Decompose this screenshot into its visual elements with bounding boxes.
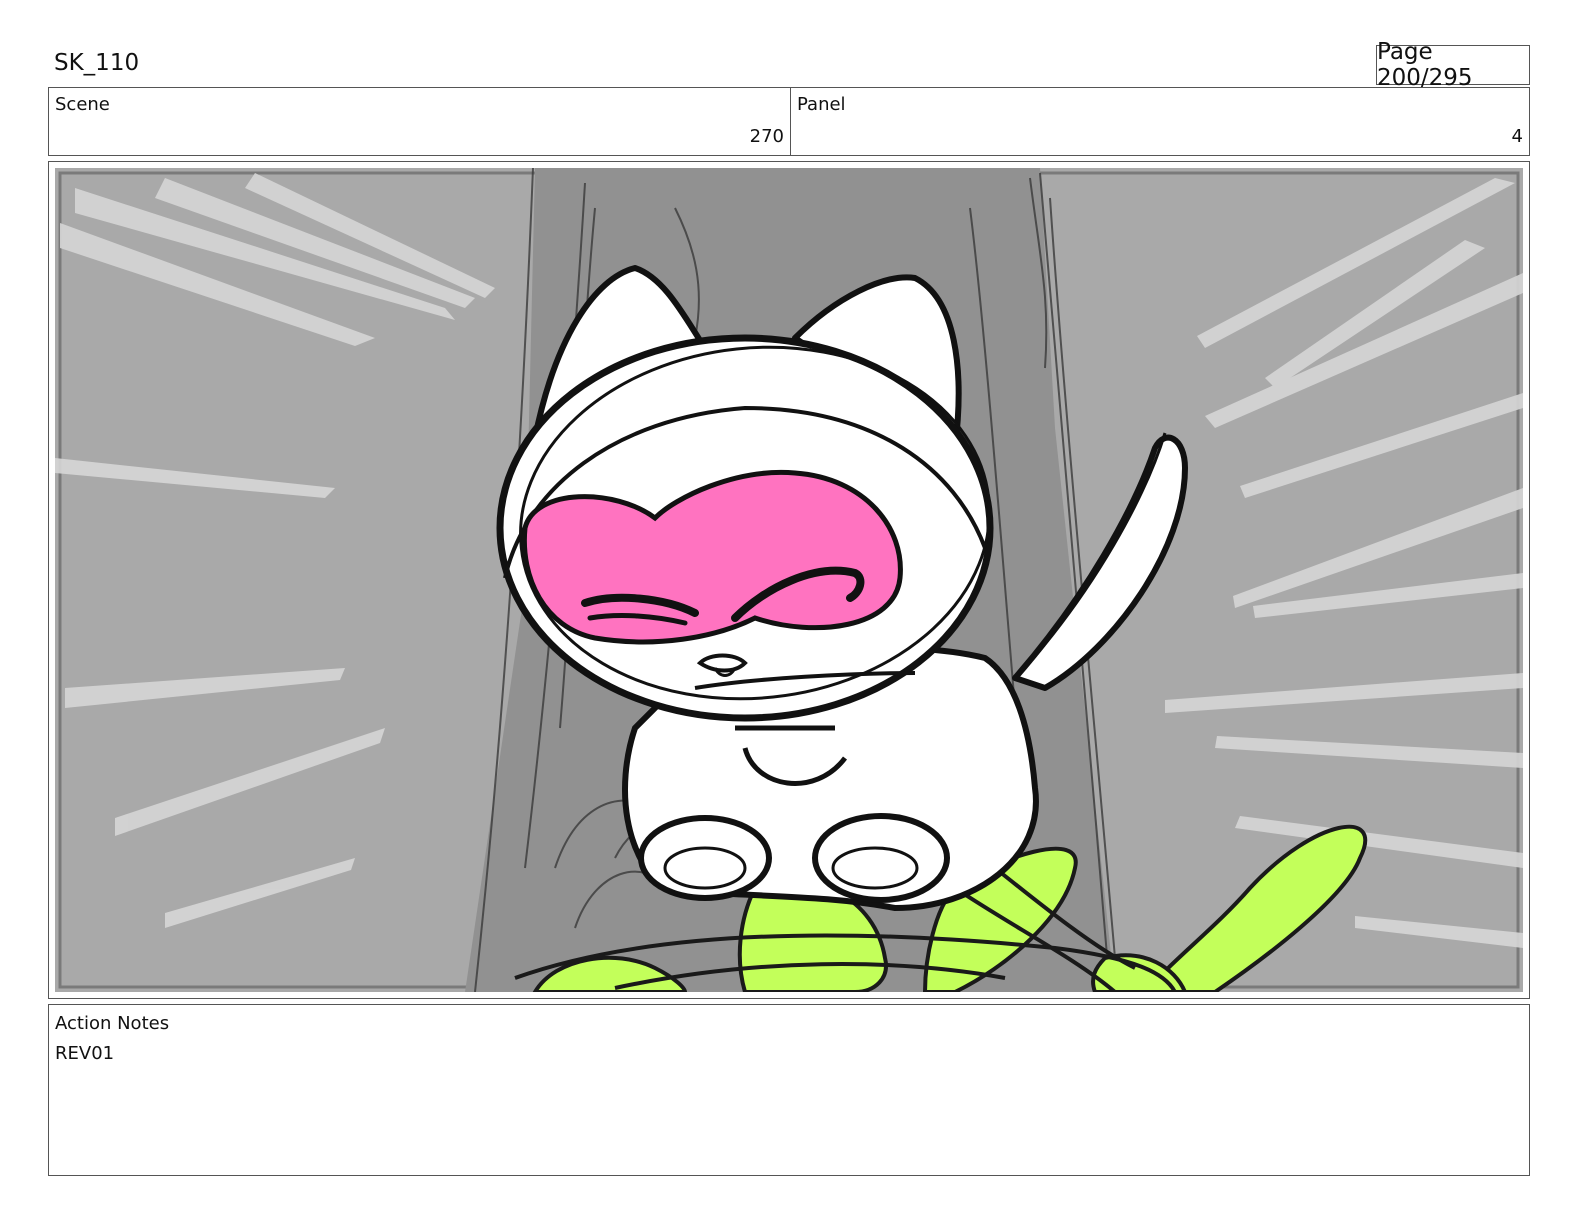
- action-notes-label: Action Notes: [55, 1013, 170, 1034]
- storyboard-frame: [48, 161, 1530, 999]
- sheet-title: SK_110: [54, 50, 140, 76]
- page-number: Page 200/295: [1376, 39, 1530, 91]
- action-notes-box: Action Notes REV01: [48, 1004, 1530, 1176]
- scene-number: 270: [749, 126, 784, 147]
- cat-left-paw: [638, 815, 772, 901]
- panel-number: 4: [1511, 126, 1523, 147]
- action-notes-text: REV01: [55, 1043, 115, 1064]
- panel-cell: Panel 4: [791, 88, 1529, 155]
- cat-mask: [521, 469, 903, 645]
- cat-mouth: [696, 653, 748, 673]
- scene-label: Scene: [55, 94, 110, 115]
- scene-cell: Scene 270: [49, 88, 791, 155]
- info-row: Scene 270 Panel 4: [48, 87, 1530, 156]
- panel-label: Panel: [797, 94, 846, 115]
- storyboard-drawing: [55, 168, 1523, 992]
